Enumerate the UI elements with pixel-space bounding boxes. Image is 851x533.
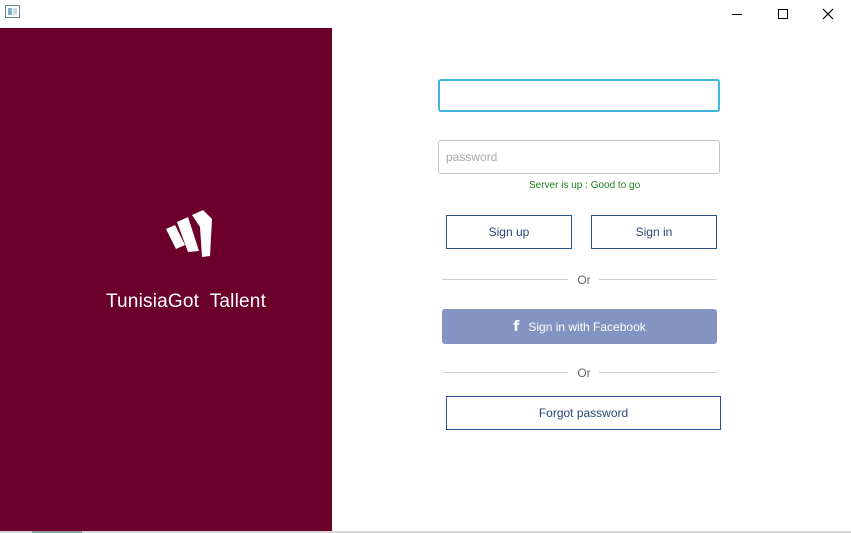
facebook-icon: f <box>513 318 520 335</box>
sign-in-button[interactable]: Sign in <box>591 215 717 249</box>
or-separator: Or <box>577 366 591 380</box>
app-window-icon <box>5 5 20 18</box>
or-separator: Or <box>577 273 591 287</box>
forgot-password-button[interactable]: Forgot password <box>446 396 721 430</box>
server-status-text: Server is up : Good to go <box>529 180 641 191</box>
maximize-button[interactable] <box>760 0 806 28</box>
password-input[interactable] <box>438 140 720 174</box>
divider-left <box>442 372 568 373</box>
divider-right <box>599 279 717 280</box>
close-icon <box>822 8 834 20</box>
brand-panel: TunisiaGot Tallent <box>0 28 332 531</box>
maximize-icon <box>778 9 788 19</box>
brand-stripes-logo <box>166 210 212 257</box>
minimize-icon <box>732 13 742 15</box>
divider-right <box>599 372 717 373</box>
facebook-sign-in-button[interactable]: f Sign in with Facebook <box>442 309 717 344</box>
sign-up-button[interactable]: Sign up <box>446 215 572 249</box>
title-bar <box>0 0 851 28</box>
brand-name: TunisiaGot Tallent <box>105 291 267 312</box>
facebook-sign-in-label: Sign in with Facebook <box>528 319 646 334</box>
username-input[interactable] <box>438 79 720 112</box>
close-button[interactable] <box>805 0 851 28</box>
minimize-button[interactable] <box>714 0 760 28</box>
divider-left <box>442 279 568 280</box>
